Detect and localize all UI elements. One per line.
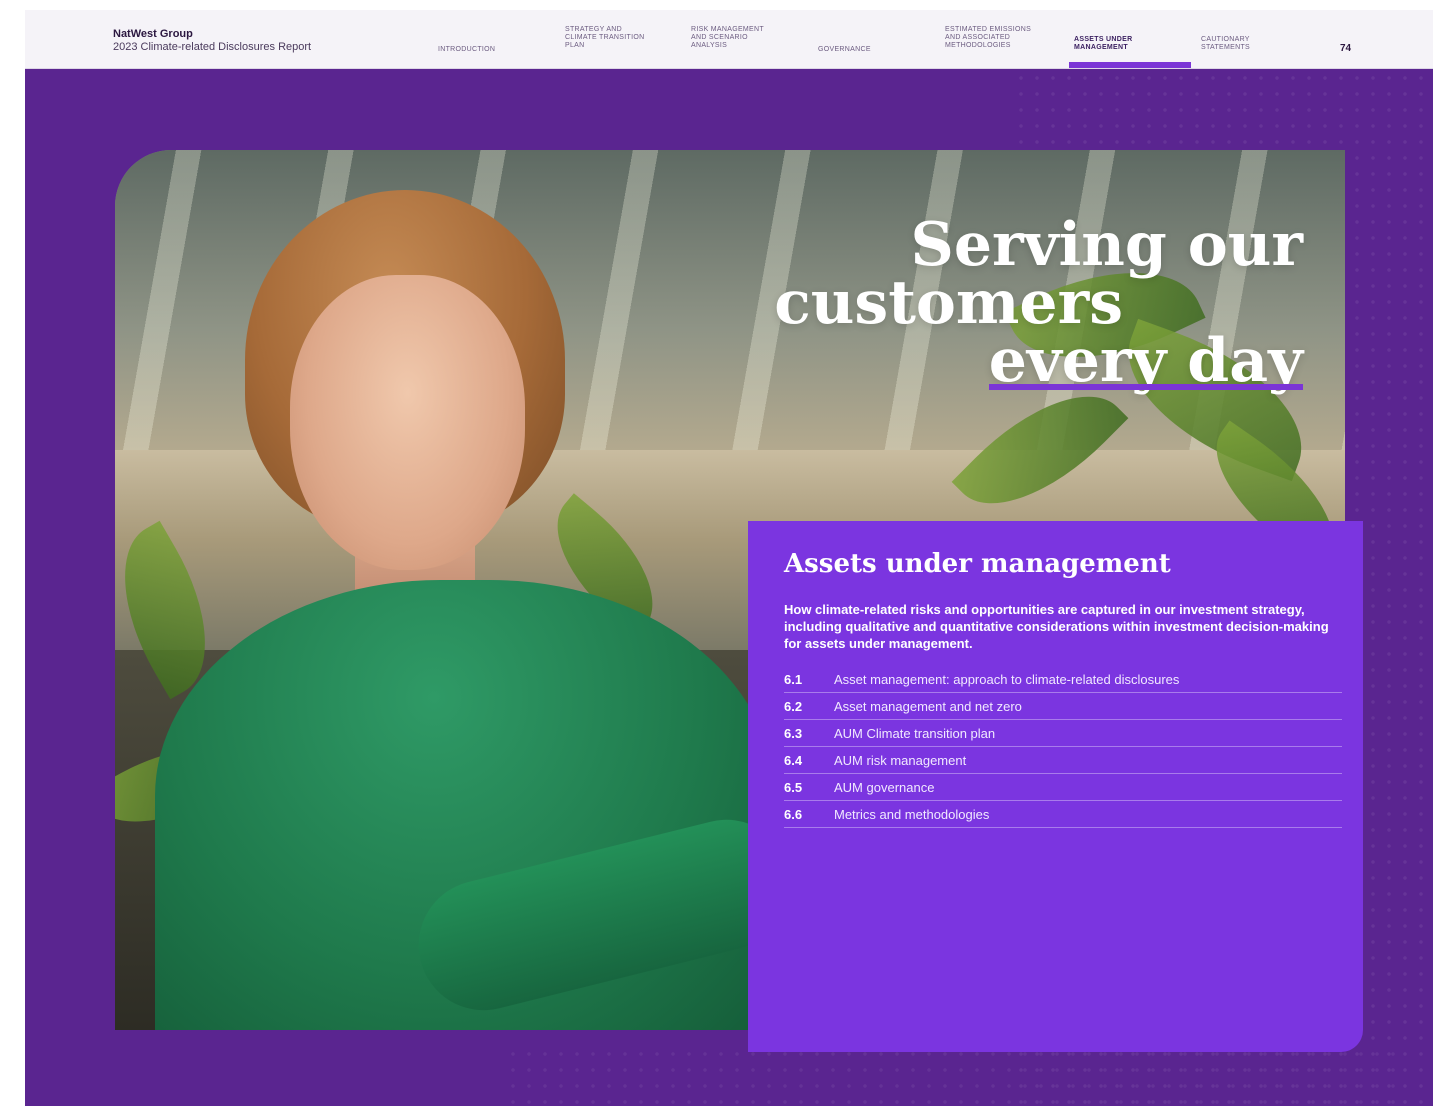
nav-strategy[interactable]: STRATEGY AND CLIMATE TRANSITION PLAN xyxy=(565,26,644,50)
toc-number: 6.3 xyxy=(784,725,803,741)
toc-number: 6.4 xyxy=(784,752,803,768)
person-face xyxy=(290,275,525,570)
nav-governance[interactable]: GOVERNANCE xyxy=(818,46,871,54)
brand: NatWest Group 2023 Climate-related Discl… xyxy=(113,28,311,54)
toc-label: Asset management: approach to climate-re… xyxy=(834,671,1180,687)
toc-item[interactable]: 6.3 AUM Climate transition plan xyxy=(784,720,1342,747)
toc-item[interactable]: 6.1 Asset management: approach to climat… xyxy=(784,666,1342,693)
nav-risk-management[interactable]: RISK MANAGEMENT AND SCENARIO ANALYSIS xyxy=(691,26,764,50)
toc-number: 6.6 xyxy=(784,806,803,822)
toc-item[interactable]: 6.5 AUM governance xyxy=(784,774,1342,801)
toc-number: 6.5 xyxy=(784,779,803,795)
toc-label: Metrics and methodologies xyxy=(834,806,990,822)
toc-item[interactable]: 6.2 Asset management and net zero xyxy=(784,693,1342,720)
toc-label: AUM risk management xyxy=(834,752,967,768)
nav-cautionary-statements[interactable]: CAUTIONARY STATEMENTS xyxy=(1201,36,1250,52)
toc-number: 6.2 xyxy=(784,698,803,714)
headline-line-underlined: every day xyxy=(988,331,1303,391)
hero-headline: Serving our customers every day xyxy=(774,210,1304,391)
headline-line: customers xyxy=(774,268,1123,338)
toc-item[interactable]: 6.4 AUM risk management xyxy=(784,747,1342,774)
report-page: NatWest Group 2023 Climate-related Discl… xyxy=(25,10,1433,1106)
toc-number: 6.1 xyxy=(784,671,803,687)
toc-label: AUM Climate transition plan xyxy=(834,725,996,741)
nav-estimated-emissions[interactable]: ESTIMATED EMISSIONS AND ASSOCIATED METHO… xyxy=(945,26,1031,50)
headline-line: Serving our xyxy=(910,210,1304,280)
section-intro: How climate-related risks and opportunit… xyxy=(784,602,1329,651)
page-number: 74 xyxy=(1340,43,1352,54)
brand-name: NatWest Group xyxy=(113,28,193,40)
active-nav-indicator xyxy=(1069,62,1191,68)
headline-underline xyxy=(988,384,1303,390)
nav-assets-under-management[interactable]: ASSETS UNDER MANAGEMENT xyxy=(1074,36,1132,52)
nav-introduction[interactable]: INTRODUCTION xyxy=(438,46,495,54)
dot-pattern-bottom xyxy=(505,1046,1405,1106)
toc-item[interactable]: 6.6 Metrics and methodologies xyxy=(784,801,1342,828)
section-title: Assets under management xyxy=(784,549,1171,579)
toc-label: AUM governance xyxy=(834,779,935,795)
toc-label: Asset management and net zero xyxy=(834,698,1022,714)
report-header: NatWest Group 2023 Climate-related Discl… xyxy=(25,10,1433,69)
report-title: 2023 Climate-related Disclosures Report xyxy=(113,41,312,53)
section-card: Assets under management How climate-rela… xyxy=(748,521,1363,1052)
